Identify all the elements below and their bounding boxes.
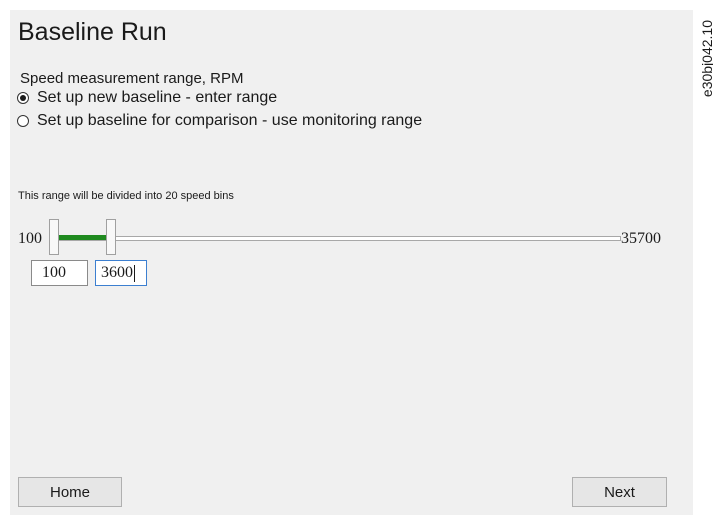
figure-code: e30bj042.10: [699, 20, 713, 98]
range-high-value: 3600: [101, 264, 133, 281]
radio-comparison-baseline[interactable]: Set up baseline for comparison - use mon…: [17, 112, 422, 130]
range-slider-low-handle[interactable]: [49, 219, 59, 255]
range-high-input[interactable]: 3600: [95, 260, 147, 286]
radio-new-baseline-label: Set up new baseline - enter range: [37, 89, 278, 106]
range-label: Speed measurement range, RPM: [20, 70, 244, 87]
page-title: Baseline Run: [18, 18, 167, 46]
range-low-input[interactable]: 100: [31, 260, 88, 286]
radio-button-checked[interactable]: [17, 92, 29, 104]
range-slider-selection: [59, 235, 106, 240]
radio-comparison-baseline-label: Set up baseline for comparison - use mon…: [37, 112, 423, 129]
range-low-value: 100: [42, 264, 66, 281]
range-slider-track[interactable]: [51, 236, 621, 241]
speed-bins-note: This range will be divided into 20 speed…: [18, 190, 234, 202]
slider-max-label: 35700: [621, 230, 661, 247]
slider-min-label: 100: [18, 230, 42, 247]
radio-button-unchecked[interactable]: [17, 115, 29, 127]
range-slider-high-handle[interactable]: [106, 219, 116, 255]
next-button[interactable]: Next: [572, 477, 667, 507]
text-caret: [134, 264, 135, 282]
baseline-run-panel: Baseline Run Speed measurement range, RP…: [10, 10, 693, 515]
radio-new-baseline[interactable]: Set up new baseline - enter range: [17, 89, 277, 107]
home-button[interactable]: Home: [18, 477, 122, 507]
